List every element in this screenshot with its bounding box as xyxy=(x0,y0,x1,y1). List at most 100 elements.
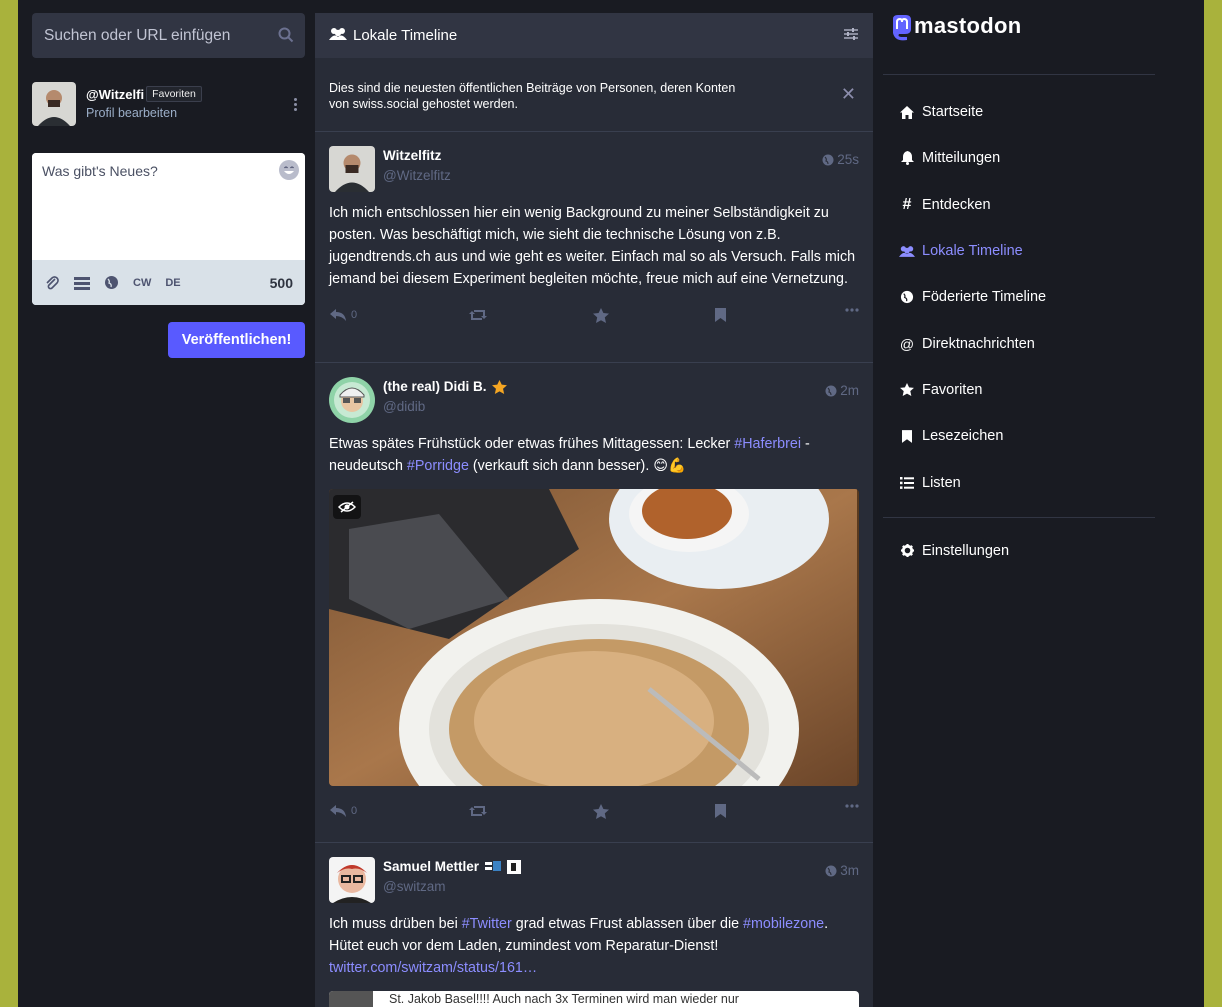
reply-button[interactable]: 0 xyxy=(329,804,357,818)
compose-form: CW DE 500 xyxy=(32,153,305,305)
nav-item-favourites[interactable]: Favoriten xyxy=(883,367,1155,413)
globe-icon[interactable] xyxy=(104,275,119,290)
gear-icon xyxy=(899,544,915,558)
edit-profile-link[interactable]: Profil bearbeiten xyxy=(86,106,202,120)
content-warning-button[interactable]: CW xyxy=(133,277,151,289)
search-box[interactable]: Suchen oder URL einfügen xyxy=(32,13,305,58)
post-content: Etwas spätes Frühstück oder etwas frühes… xyxy=(329,436,810,474)
column-settings-icon[interactable] xyxy=(843,27,859,45)
globe-icon xyxy=(825,385,837,396)
post-display-name[interactable]: Samuel Mettler xyxy=(383,859,479,874)
column-title: Lokale Timeline xyxy=(353,27,458,44)
post-account[interactable]: @switzam xyxy=(383,879,521,894)
search-input[interactable]: Suchen oder URL einfügen xyxy=(44,27,230,45)
emoji-picker-icon[interactable] xyxy=(279,160,299,180)
hashtag-link[interactable]: #Porridge xyxy=(407,458,469,474)
bookmark-icon[interactable] xyxy=(715,804,726,818)
post-display-name[interactable]: (the real) Didi B. xyxy=(383,379,487,394)
hashtag-link[interactable]: #Haferbrei xyxy=(734,436,801,452)
banner-text-line2: von swiss.social gehostet werden. xyxy=(329,97,518,111)
hide-media-icon[interactable] xyxy=(333,495,361,519)
reply-count: 0 xyxy=(351,309,358,321)
status-post: Witzelfitz @Witzelfitz 25s Ich mich ents… xyxy=(315,132,873,363)
hashtag-link[interactable]: #mobilezone xyxy=(743,916,824,932)
poll-icon[interactable] xyxy=(74,276,90,290)
bookmark-icon[interactable] xyxy=(715,308,726,322)
close-icon[interactable]: ✕ xyxy=(841,85,856,103)
post-media-image[interactable] xyxy=(329,489,859,786)
mastodon-logo[interactable]: mastodon xyxy=(883,13,1155,61)
nav-item-federated-timeline[interactable]: Föderierte Timeline xyxy=(883,274,1155,320)
post-content: Ich mich entschlossen hier ein wenig Bac… xyxy=(329,205,856,287)
post-avatar[interactable] xyxy=(329,857,375,903)
hashtag-link[interactable]: #Twitter xyxy=(462,916,512,932)
nav-item-settings[interactable]: Einstellungen xyxy=(883,528,1155,574)
reply-icon xyxy=(330,309,346,321)
link-preview-card[interactable]: St. Jakob Basel!!!! Auch nach 3x Termine… xyxy=(329,991,859,1007)
post-time[interactable]: 3m xyxy=(825,863,859,878)
more-icon[interactable] xyxy=(294,98,297,113)
main-navigation: Startseite Mitteilungen # Entdecken Loka… xyxy=(883,89,1155,506)
character-counter: 500 xyxy=(269,274,293,291)
computer-emoji-icon xyxy=(485,860,502,871)
globe-icon xyxy=(825,865,837,876)
nav-item-direct-messages[interactable]: @ Direktnachrichten xyxy=(883,320,1155,366)
nav-item-notifications[interactable]: Mitteilungen xyxy=(883,135,1155,181)
boost-icon[interactable] xyxy=(469,804,487,818)
reply-button[interactable]: 0 xyxy=(329,308,357,322)
logo-text: mastodon xyxy=(914,13,1022,38)
preview-text: St. Jakob Basel!!!! Auch nach 3x Termine… xyxy=(389,992,739,1006)
reply-icon xyxy=(330,805,346,817)
globe-icon xyxy=(899,290,915,304)
avatar[interactable] xyxy=(32,82,76,126)
post-link[interactable]: twitter.com/switzam/status/161… xyxy=(329,960,537,976)
nav-item-local-timeline[interactable]: Lokale Timeline xyxy=(883,228,1155,274)
nav-item-home[interactable]: Startseite xyxy=(883,89,1155,135)
post-time[interactable]: 2m xyxy=(825,383,859,398)
nav-item-lists[interactable]: Listen xyxy=(883,459,1155,505)
post-content: Ich muss drüben bei #Twitter grad etwas … xyxy=(329,916,829,976)
divider xyxy=(883,74,1155,75)
post-time[interactable]: 25s xyxy=(822,152,859,167)
boost-icon[interactable] xyxy=(469,308,487,322)
post-actions: 0 xyxy=(329,786,859,838)
mastodon-logo-icon xyxy=(893,15,911,41)
compose-textarea[interactable] xyxy=(32,153,305,259)
publish-button[interactable]: Veröffentlichen! xyxy=(168,322,305,358)
account-handle[interactable]: @Witzelfi xyxy=(86,87,144,102)
settings-navigation: Einstellungen xyxy=(883,528,1155,574)
users-icon xyxy=(899,245,915,258)
post-account[interactable]: @didib xyxy=(383,399,507,414)
post-avatar[interactable] xyxy=(329,377,375,423)
bookmark-icon xyxy=(899,429,915,443)
attach-icon[interactable] xyxy=(44,275,60,291)
bell-icon xyxy=(899,151,915,166)
language-button[interactable]: DE xyxy=(165,277,180,289)
nav-item-bookmarks[interactable]: Lesezeichen xyxy=(883,413,1155,459)
more-icon[interactable] xyxy=(845,308,859,312)
post-account[interactable]: @Witzelfitz xyxy=(383,168,451,183)
search-icon[interactable] xyxy=(277,26,295,49)
preview-thumbnail xyxy=(329,991,373,1007)
tooltip: Favoriten xyxy=(146,86,202,102)
favourite-icon[interactable] xyxy=(593,308,609,323)
current-account: @Witzelfi Favoriten Profil bearbeiten xyxy=(32,82,305,132)
id-emoji-icon xyxy=(507,859,522,874)
post-avatar[interactable] xyxy=(329,146,375,192)
reply-count: 0 xyxy=(351,805,358,817)
star-icon xyxy=(899,383,915,397)
post-actions: 0 xyxy=(329,290,859,342)
at-icon: @ xyxy=(899,335,915,352)
timeline-column: Lokale Timeline Dies sind die neuesten ö… xyxy=(315,13,873,1007)
favourite-icon[interactable] xyxy=(593,804,609,819)
compose-toolbar: CW DE 500 xyxy=(32,260,305,305)
status-post: (the real) Didi B. @didib 2m Etwas späte… xyxy=(315,363,873,843)
app: Suchen oder URL einfügen @Witzelfi Favori… xyxy=(18,0,1204,1007)
post-timestamp: 25s xyxy=(837,152,859,167)
nav-item-explore[interactable]: # Entdecken xyxy=(883,182,1155,228)
more-icon[interactable] xyxy=(845,804,859,808)
column-header: Lokale Timeline xyxy=(315,13,873,58)
post-timestamp: 3m xyxy=(840,863,859,878)
compose-panel: Suchen oder URL einfügen @Witzelfi Favori… xyxy=(32,13,305,358)
post-display-name[interactable]: Witzelfitz xyxy=(383,148,451,163)
